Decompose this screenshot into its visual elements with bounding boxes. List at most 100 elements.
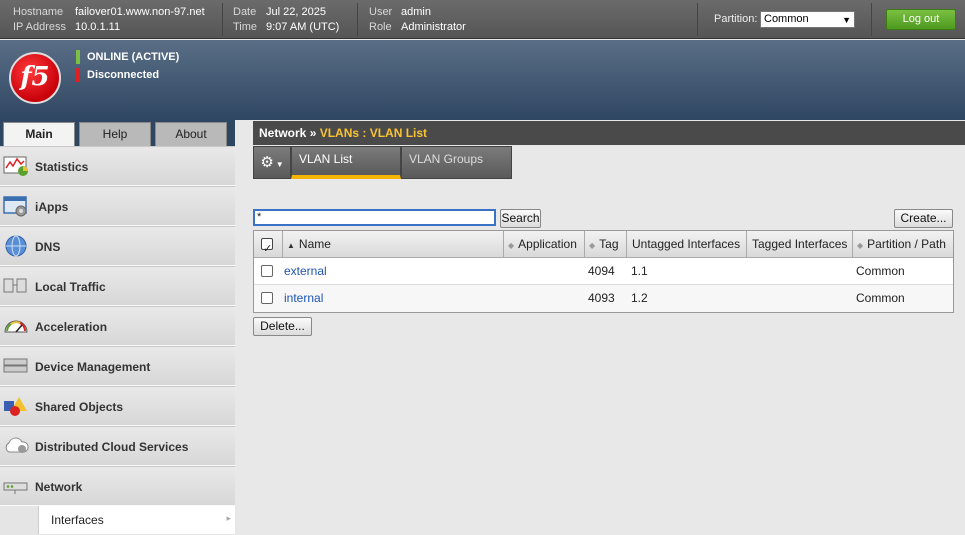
table-row: internal 4093 1.2 Common	[254, 285, 953, 312]
breadcrumb: Network » VLANs : VLAN List	[253, 121, 965, 145]
vlan-table: ▲Name ◆Application ◆Tag Untagged Interfa…	[253, 230, 954, 313]
nav-tabs: Main Help About	[0, 120, 235, 148]
device-management-icon	[3, 358, 28, 373]
ip-value: 10.0.1.11	[75, 21, 121, 33]
partition-cell: Common	[856, 264, 905, 278]
vlan-name-link[interactable]: internal	[284, 291, 323, 305]
sidebar-item-dns[interactable]: DNS	[0, 226, 235, 266]
tab-vlan-groups[interactable]: VLAN Groups	[401, 146, 512, 179]
settings-menu[interactable]: ⚙ ▼	[253, 146, 291, 179]
column-header-untagged-interfaces: Untagged Interfaces	[627, 231, 747, 258]
column-header-partition[interactable]: ◆ Partition / Path	[853, 231, 954, 258]
sidebar-item-local-traffic[interactable]: Local Traffic	[0, 266, 235, 306]
sort-ascending-icon: ▲	[287, 241, 295, 250]
column-header-label: Untagged Interfaces	[632, 237, 741, 251]
date-label: Date	[233, 6, 257, 18]
divider	[357, 3, 358, 36]
time-value: 9:07 AM (UTC)	[266, 21, 340, 33]
sidebar-item-label: Local Traffic	[35, 280, 106, 294]
user-label: User	[369, 6, 393, 18]
row-checkbox[interactable]	[261, 265, 273, 277]
top-bar: Hostname failover01.www.non-97.net IP Add…	[0, 0, 965, 39]
role-label: Role	[369, 21, 392, 33]
shared-objects-icon	[4, 397, 27, 416]
delete-button[interactable]: Delete...	[253, 317, 312, 336]
sort-icon: ◆	[857, 241, 864, 250]
datetime-info: Date Jul 22, 2025 Time 9:07 AM (UTC)	[233, 5, 339, 35]
user-value: admin	[401, 6, 431, 18]
vlan-name-link[interactable]: external	[284, 264, 327, 278]
gear-icon: ⚙	[260, 154, 274, 171]
partition-label: Partition:	[714, 13, 758, 25]
sidebar-subitem-label: Interfaces	[51, 513, 104, 527]
partition-select[interactable]: Common ▼	[760, 11, 855, 28]
logout-button[interactable]: Log out	[886, 9, 956, 30]
sidebar-item-acceleration[interactable]: Acceleration	[0, 306, 235, 346]
chevron-down-icon: ▼	[842, 15, 851, 25]
column-header-label: Tagged Interfaces	[752, 237, 848, 251]
ip-label: IP Address	[13, 21, 66, 33]
column-header-label: Partition / Path	[867, 237, 946, 251]
tab-help[interactable]: Help	[79, 122, 151, 146]
online-status: ONLINE (ACTIVE)	[76, 50, 179, 64]
sync-indicator-icon	[76, 68, 80, 82]
user-info: User admin Role Administrator	[369, 5, 466, 35]
select-all-checkbox[interactable]	[261, 236, 273, 263]
partition-value: Common	[764, 13, 809, 25]
create-button[interactable]: Create...	[894, 209, 953, 228]
tag-cell: 4093	[588, 291, 615, 305]
table-header: ▲Name ◆Application ◆Tag Untagged Interfa…	[254, 231, 954, 263]
tab-about[interactable]: About	[155, 122, 227, 146]
column-header-tag[interactable]: ◆ Tag	[585, 231, 627, 258]
column-header-label: Application	[518, 237, 577, 251]
date-value: Jul 22, 2025	[266, 6, 326, 18]
sidebar-item-shared-objects[interactable]: Shared Objects	[0, 386, 235, 426]
tab-main[interactable]: Main	[3, 122, 75, 148]
sidebar-item-label: DNS	[35, 240, 61, 254]
sidebar-item-label: Network	[35, 480, 83, 494]
search-input[interactable]: *	[253, 209, 496, 226]
table-row: external 4094 1.1 Common	[254, 258, 953, 285]
sidebar-item-network[interactable]: Network	[0, 466, 235, 506]
tab-vlan-list[interactable]: VLAN List	[291, 146, 401, 179]
hostname-value: failover01.www.non-97.net	[75, 6, 205, 18]
host-info: Hostname failover01.www.non-97.net IP Add…	[13, 5, 205, 35]
iapps-icon	[3, 196, 27, 217]
online-status-text: ONLINE (ACTIVE)	[87, 50, 180, 63]
breadcrumb-root[interactable]: Network	[259, 126, 306, 140]
divider	[871, 3, 872, 36]
sidebar-item-distributed-cloud-services[interactable]: Distributed Cloud Services	[0, 426, 235, 466]
sidebar-item-label: iApps	[35, 200, 69, 214]
sidebar-item-iapps[interactable]: iApps	[0, 186, 235, 226]
network-icon	[3, 482, 28, 494]
sort-icon: ◆	[589, 241, 596, 250]
search-button[interactable]: Search	[500, 209, 541, 228]
column-header-name[interactable]: ▲ Name	[283, 231, 504, 258]
sidebar-item-label: Distributed Cloud Services	[35, 440, 189, 454]
breadcrumb-separator: »	[309, 126, 317, 140]
sidebar-item-label: Statistics	[35, 160, 89, 174]
column-header-label: Tag	[599, 237, 619, 251]
sort-icon: ◆	[508, 241, 515, 250]
untagged-cell: 1.2	[631, 291, 648, 305]
sync-status-text[interactable]: Disconnected	[87, 69, 159, 81]
row-checkbox[interactable]	[261, 292, 273, 304]
column-header-label: Name	[298, 237, 331, 251]
sidebar-item-statistics[interactable]: Statistics	[0, 146, 235, 186]
cloud-icon	[5, 437, 29, 453]
chevron-down-icon: ▼	[275, 160, 284, 169]
column-header-application[interactable]: ◆ Application	[504, 231, 585, 258]
sync-status[interactable]: Disconnected	[76, 68, 159, 82]
untagged-cell: 1.1	[631, 264, 648, 278]
dns-globe-icon	[5, 235, 27, 257]
sidebar: Statistics iApps DNS Local Traffic Accel…	[0, 146, 235, 535]
f5-logo: f5	[9, 52, 61, 104]
sidebar-subitem-interfaces[interactable]: Interfaces ▸	[38, 506, 235, 534]
subtabs: ⚙ ▼ VLAN List VLAN Groups	[253, 146, 965, 180]
banner: f5 ONLINE (ACTIVE) Disconnected	[0, 40, 965, 120]
sidebar-item-label: Shared Objects	[35, 400, 124, 414]
chevron-right-icon: ▸	[226, 513, 231, 523]
select-all-header	[254, 231, 283, 263]
column-header-tagged-interfaces: Tagged Interfaces	[747, 231, 853, 258]
sidebar-item-device-management[interactable]: Device Management	[0, 346, 235, 386]
